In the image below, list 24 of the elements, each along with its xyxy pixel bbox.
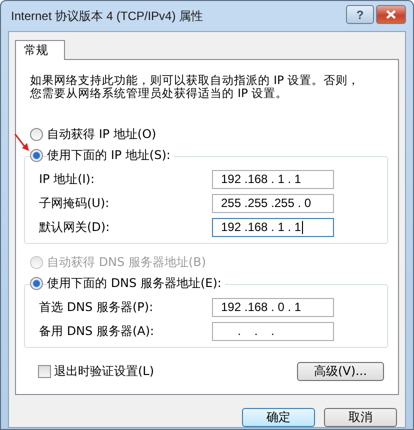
help-button[interactable]: ? (346, 5, 374, 24)
radio-option[interactable]: 使用下面的 IP 地址(S): (30, 145, 384, 166)
radio-option[interactable]: 使用下面的 DNS 服务器地址(E): (30, 273, 384, 294)
tab[interactable]: 常规 (15, 40, 65, 60)
ip-address-field[interactable]: 192 .168 . 1 . 1 (212, 170, 334, 188)
ip-address-field[interactable]: 255 .255 .255 . 0 (212, 194, 334, 212)
field-label: 备用 DNS 服务器(A): (39, 322, 156, 340)
radio-option[interactable]: 自动获得 IP 地址(O) (30, 124, 384, 145)
ip-address-field[interactable]: . . . (212, 322, 334, 340)
dialog-button[interactable]: 确定 (242, 408, 315, 427)
validate-checkbox[interactable]: 退出时验证设置(L) (38, 363, 154, 380)
close-button[interactable] (376, 5, 406, 24)
dialog-button[interactable]: 取消 (324, 408, 397, 427)
close-icon (386, 10, 396, 19)
field-label: IP 地址(I): (39, 170, 96, 188)
ip-address-field[interactable]: 192 .168 . 1 . 1 (212, 218, 334, 236)
ip-address-field[interactable]: 192 .168 . 0 . 1 (212, 298, 334, 316)
field-label: 子网掩码(U): (39, 194, 110, 212)
field-label: 首选 DNS 服务器(P): (39, 298, 154, 316)
arrow-icon (14, 133, 32, 153)
window-title: Internet 协议版本 4 (TCP/IPv4) 属性 (10, 8, 204, 24)
description-text: 如果网络支持此功能，则可以获取自动指派的 IP 设置。否则，您需要从网络系统管理员处获得适当的 IP 设置。 (30, 74, 360, 100)
advanced-button[interactable]: 高级(V)... (297, 362, 384, 381)
field-label: 默认网关(D): (39, 218, 111, 236)
